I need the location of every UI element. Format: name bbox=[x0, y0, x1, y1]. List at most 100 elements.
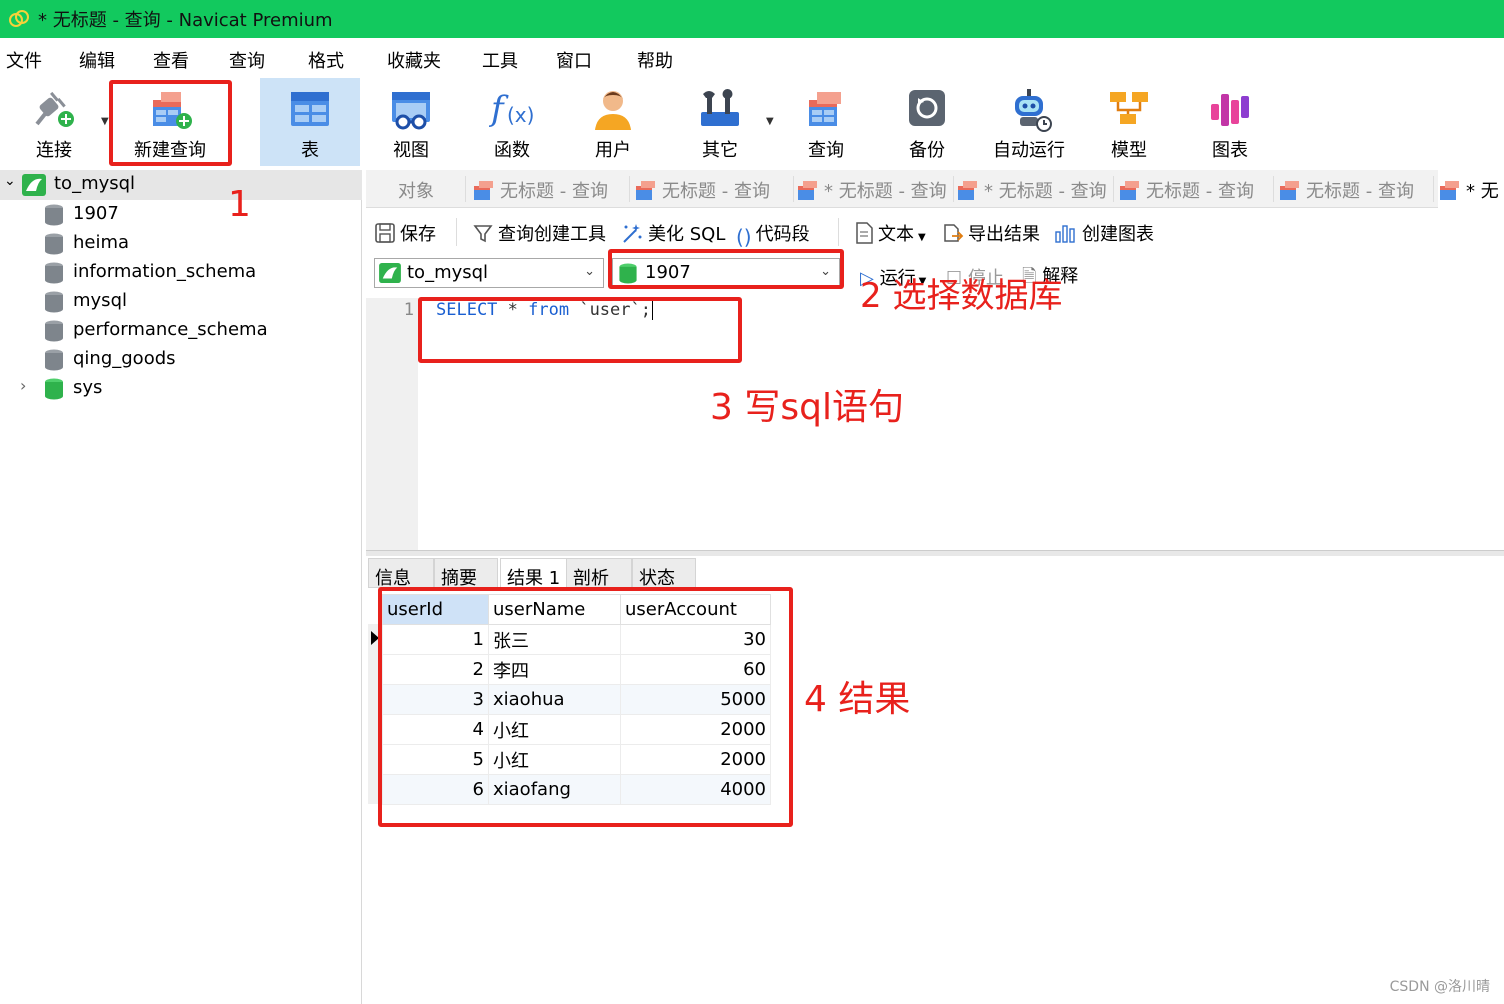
result-tabs: 信息 摘要 结果 1 剖析 状态 bbox=[366, 556, 1504, 589]
view-label: 视图 bbox=[393, 140, 429, 161]
export-icon bbox=[944, 224, 964, 242]
annotation-step-3: 3 写sql语句 bbox=[710, 387, 904, 428]
other-button[interactable]: 其它 bbox=[672, 78, 768, 166]
menu-query[interactable]: 查询 bbox=[229, 47, 265, 73]
menu-view[interactable]: 查看 bbox=[153, 47, 189, 73]
tab-profile[interactable]: 剖析 bbox=[566, 558, 632, 589]
chart-button[interactable]: 图表 bbox=[1184, 78, 1276, 166]
tab-query-active[interactable]: * 无 bbox=[1438, 170, 1504, 208]
text-dropdown-caret-icon[interactable]: ▼ bbox=[918, 232, 926, 243]
beautify-sql-button[interactable]: 美化 SQL bbox=[620, 220, 725, 246]
tab-info[interactable]: 信息 bbox=[368, 558, 434, 589]
query-tab-icon bbox=[474, 181, 493, 200]
table-button[interactable]: 表 bbox=[260, 78, 360, 166]
code-snippet-button[interactable]: () 代码段 bbox=[736, 220, 810, 249]
database-icon bbox=[45, 349, 63, 371]
menu-window[interactable]: 窗口 bbox=[556, 47, 592, 73]
tab-query[interactable]: 无标题 - 查询 bbox=[1118, 170, 1274, 208]
text-button[interactable]: 文本 ▼ bbox=[854, 220, 926, 246]
menu-favorites[interactable]: 收藏夹 bbox=[387, 47, 441, 73]
connection-name: to_mysql bbox=[54, 173, 136, 194]
svg-text:(x): (x) bbox=[507, 103, 534, 127]
export-result-button[interactable]: 导出结果 bbox=[942, 220, 1040, 246]
collapse-chevron-icon[interactable]: ⌄ bbox=[4, 173, 16, 189]
chart-label: 图表 bbox=[1212, 140, 1248, 161]
database-open-icon bbox=[45, 378, 63, 400]
tab-status[interactable]: 状态 bbox=[632, 558, 696, 589]
expand-chevron-icon[interactable]: › bbox=[20, 376, 26, 395]
save-button[interactable]: 保存 bbox=[374, 220, 436, 246]
database-icon bbox=[45, 204, 63, 226]
menu-help[interactable]: 帮助 bbox=[637, 47, 673, 73]
tab-result-1[interactable]: 结果 1 bbox=[500, 558, 568, 589]
robot-icon bbox=[1015, 89, 1052, 132]
tree-db-label: information_schema bbox=[73, 261, 257, 282]
model-icon bbox=[1110, 92, 1148, 124]
tree-db-label: mysql bbox=[73, 290, 127, 311]
tab-query-label: 无标题 - 查询 bbox=[1306, 181, 1414, 202]
menu-tools[interactable]: 工具 bbox=[482, 47, 518, 73]
tree-db-label: heima bbox=[73, 232, 130, 253]
tab-query[interactable]: 无标题 - 查询 bbox=[1278, 170, 1434, 208]
tab-query[interactable]: * 无标题 - 查询 bbox=[796, 170, 954, 208]
query-button[interactable]: 查询 bbox=[780, 78, 872, 166]
tree-db-item[interactable]: 1907 bbox=[0, 200, 362, 229]
tree-db-item[interactable]: qing_goods bbox=[0, 345, 362, 374]
svg-text:f: f bbox=[489, 89, 509, 129]
create-chart-label: 创建图表 bbox=[1082, 224, 1154, 245]
backup-label: 备份 bbox=[909, 140, 945, 161]
query-icon bbox=[809, 92, 841, 126]
model-label: 模型 bbox=[1111, 140, 1147, 161]
tree-db-item[interactable]: › sys bbox=[0, 374, 362, 403]
tab-profile-label: 剖析 bbox=[573, 568, 609, 589]
save-icon bbox=[375, 223, 395, 243]
tree-db-label: performance_schema bbox=[73, 319, 268, 340]
connection-select[interactable]: to_mysql ⌄ bbox=[374, 258, 604, 288]
table-label: 表 bbox=[301, 140, 319, 161]
text-label: 文本 bbox=[878, 224, 914, 245]
navicat-logo-icon bbox=[9, 10, 29, 27]
connection-node[interactable]: ⌄ to_mysql bbox=[0, 170, 362, 200]
line-number-gutter: 1 bbox=[366, 298, 418, 550]
menu-edit[interactable]: 编辑 bbox=[79, 47, 115, 73]
query-builder-button[interactable]: 查询创建工具 bbox=[472, 220, 606, 246]
backup-button[interactable]: 备份 bbox=[880, 78, 974, 166]
tree-db-label: 1907 bbox=[73, 203, 119, 224]
tree-db-label: sys bbox=[73, 377, 103, 398]
create-chart-button[interactable]: 创建图表 bbox=[1054, 220, 1154, 246]
connect-dropdown-caret-icon[interactable]: ▼ bbox=[101, 116, 109, 127]
tree-db-label: qing_goods bbox=[73, 348, 176, 369]
tab-info-label: 信息 bbox=[375, 568, 411, 589]
table-icon bbox=[291, 92, 329, 126]
view-button[interactable]: 视图 bbox=[362, 78, 460, 166]
tab-summary[interactable]: 摘要 bbox=[434, 558, 498, 589]
tree-db-item[interactable]: heima bbox=[0, 229, 362, 258]
chart-icon bbox=[1211, 94, 1249, 126]
tab-query[interactable]: * 无标题 - 查询 bbox=[956, 170, 1114, 208]
tab-objects[interactable]: 对象 bbox=[366, 170, 466, 208]
other-dropdown-caret-icon[interactable]: ▼ bbox=[766, 116, 774, 127]
user-button[interactable]: 用户 bbox=[566, 78, 660, 166]
backup-icon bbox=[909, 90, 945, 126]
auto-run-button[interactable]: 自动运行 bbox=[982, 78, 1076, 166]
other-label: 其它 bbox=[702, 140, 738, 161]
chevron-down-icon: ⌄ bbox=[584, 264, 595, 279]
tab-result-1-label: 结果 1 bbox=[507, 568, 561, 589]
connection-select-value: to_mysql bbox=[407, 262, 489, 283]
magic-wand-icon bbox=[623, 224, 642, 243]
user-label: 用户 bbox=[595, 140, 631, 161]
model-button[interactable]: 模型 bbox=[1084, 78, 1174, 166]
annotation-box-database bbox=[608, 249, 844, 289]
tab-query[interactable]: 无标题 - 查询 bbox=[634, 170, 794, 208]
user-icon bbox=[595, 91, 631, 130]
query-tab-icon bbox=[636, 181, 655, 200]
tab-query[interactable]: 无标题 - 查询 bbox=[472, 170, 630, 208]
tree-db-item[interactable]: mysql bbox=[0, 287, 362, 316]
plug-icon bbox=[35, 91, 74, 127]
menu-file[interactable]: 文件 bbox=[6, 47, 42, 73]
function-button[interactable]: f (x) 函数 bbox=[464, 78, 560, 166]
connect-button[interactable]: 连接 bbox=[8, 78, 100, 166]
tree-db-item[interactable]: performance_schema bbox=[0, 316, 362, 345]
tree-db-item[interactable]: information_schema bbox=[0, 258, 362, 287]
menu-format[interactable]: 格式 bbox=[308, 47, 344, 73]
